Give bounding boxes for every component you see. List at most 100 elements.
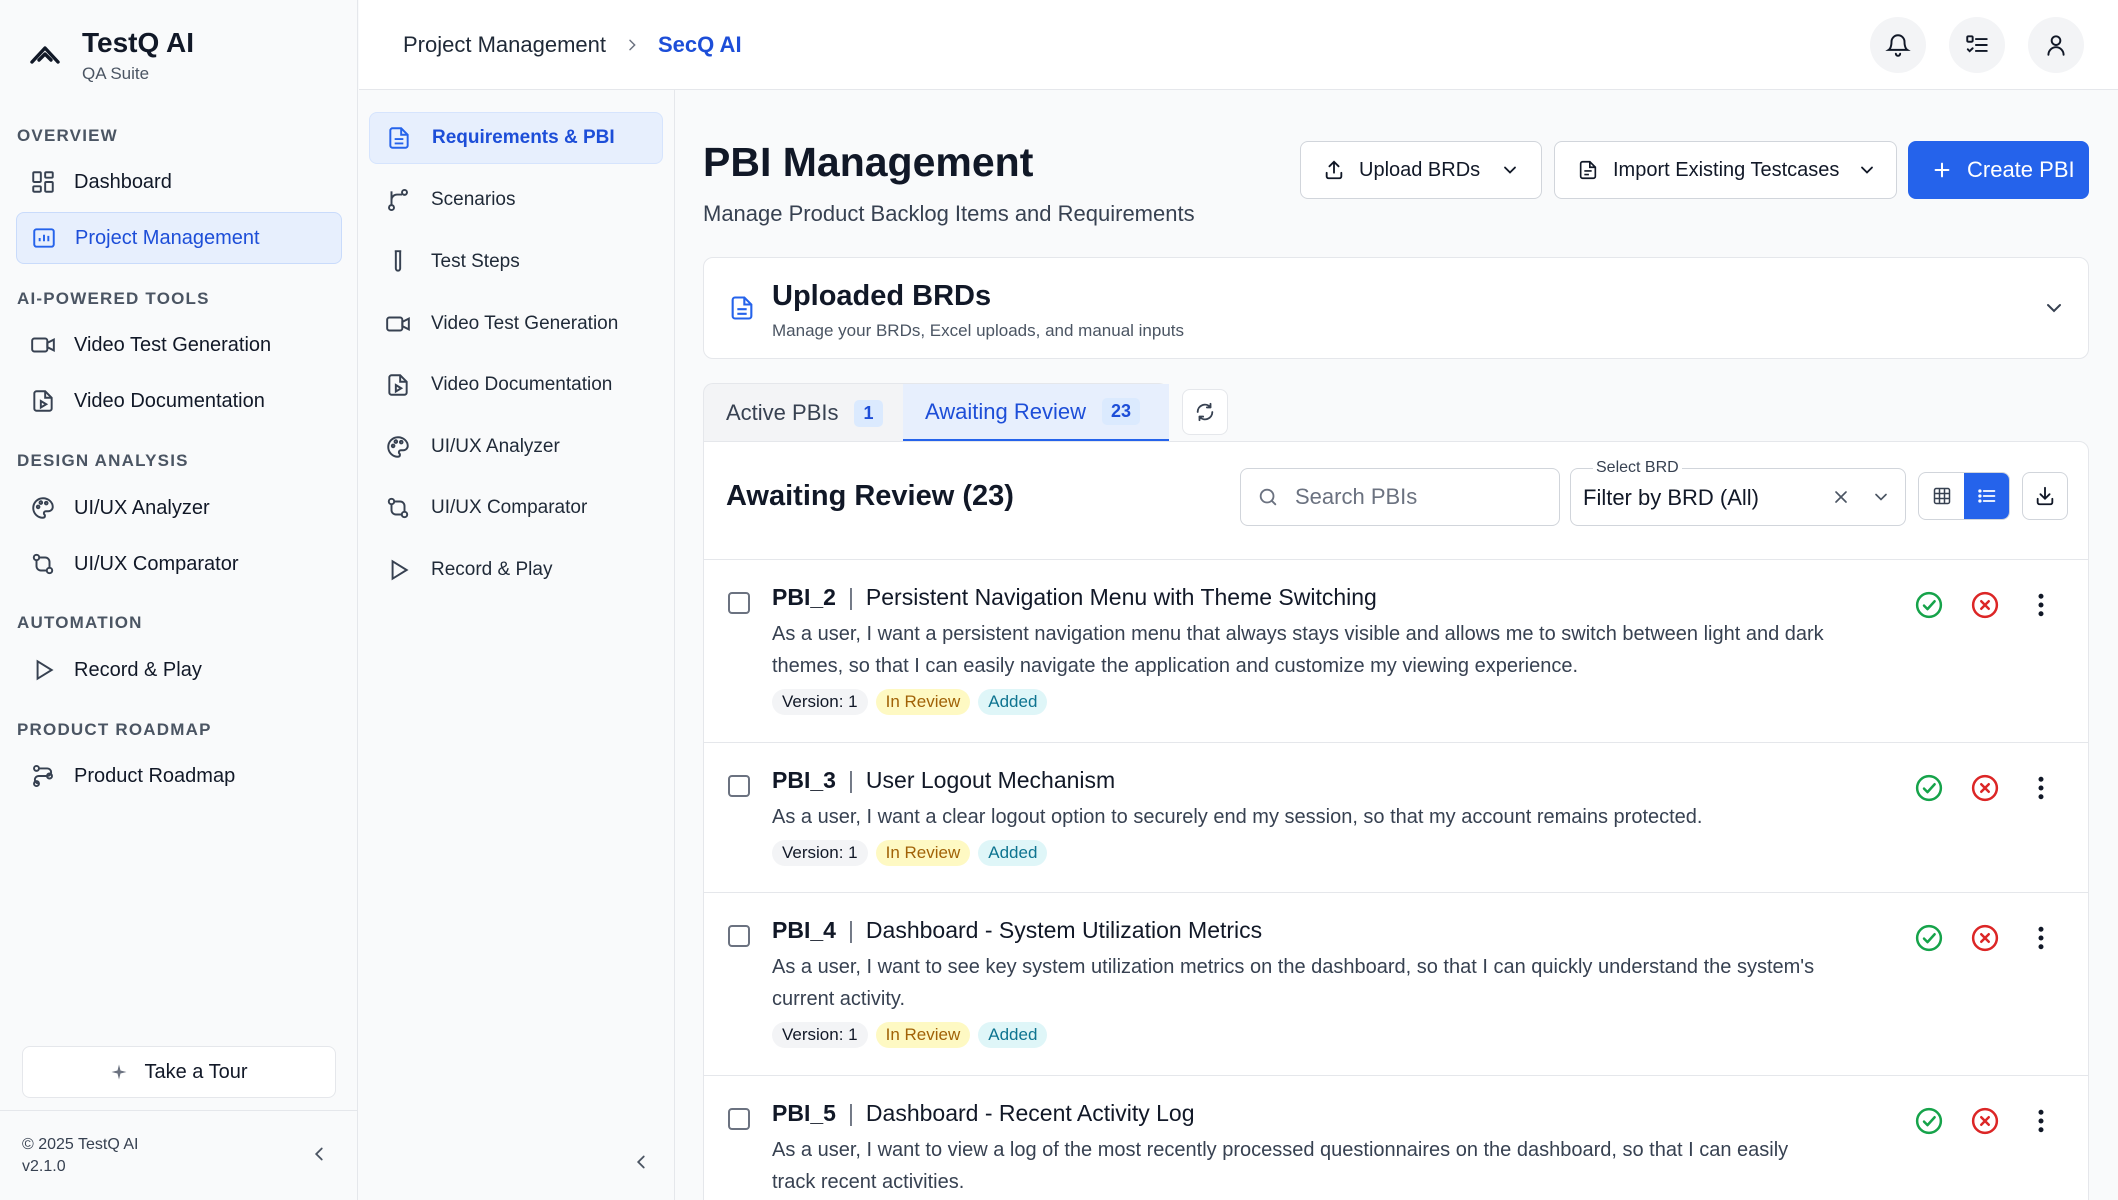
sidebar-item-product-roadmap[interactable]: Product Roadmap — [16, 750, 342, 802]
approve-icon[interactable] — [1914, 590, 1944, 620]
sidebar-item-label: Video Test Generation — [74, 333, 272, 356]
pbi-row[interactable]: PBI_5 | Dashboard - Recent Activity Log … — [704, 1075, 2088, 1200]
chevron-down-icon[interactable] — [1871, 487, 1891, 507]
row-checkbox[interactable] — [728, 592, 750, 614]
breadcrumb-current: SecQ AI — [658, 32, 742, 57]
more-options-icon[interactable] — [2026, 590, 2056, 620]
play-icon — [36, 659, 54, 681]
search-box[interactable] — [1240, 468, 1560, 526]
branch-icon — [388, 188, 408, 212]
brand[interactable]: TestQ AI QA Suite — [28, 26, 194, 84]
row-checkbox[interactable] — [728, 775, 750, 797]
create-pbi-button[interactable]: Create PBI — [1908, 141, 2089, 199]
change-badge: Added — [978, 840, 1048, 866]
sidebar-item-video-documentation[interactable]: Video Documentation — [16, 375, 342, 427]
more-options-icon[interactable] — [2026, 923, 2056, 953]
refresh-button[interactable] — [1182, 389, 1228, 435]
chevron-down-icon[interactable] — [2042, 296, 2066, 320]
pbi-heading: PBI_5 | Dashboard - Recent Activity Log — [772, 1100, 1194, 1127]
sidebar-item-record-play[interactable]: Record & Play — [16, 644, 342, 696]
subnav-label: UI/UX Comparator — [431, 497, 588, 518]
pbi-chips: Version: 1 In Review Added — [772, 840, 1055, 866]
file-video-icon — [33, 390, 53, 412]
list-title: Awaiting Review (23) — [726, 480, 1014, 512]
search-input[interactable] — [1295, 484, 1535, 510]
profile-button[interactable] — [2028, 17, 2084, 73]
take-tour-label: Take a Tour — [144, 1060, 248, 1083]
pbi-description: As a user, I want a clear logout option … — [772, 806, 1703, 828]
subnav-record-play[interactable]: Record & Play — [369, 544, 663, 596]
reject-icon[interactable] — [1970, 923, 2000, 953]
sidebar-item-video-test-generation[interactable]: Video Test Generation — [16, 319, 342, 371]
video-camera-icon — [386, 316, 410, 332]
sidebar-item-uiux-comparator[interactable]: UI/UX Comparator — [16, 538, 342, 590]
pbi-row[interactable]: PBI_4 | Dashboard - System Utilization M… — [704, 892, 2088, 1075]
file-video-icon — [388, 374, 408, 396]
subnav-scenarios[interactable]: Scenarios — [369, 174, 663, 226]
pbi-row[interactable]: PBI_3 | User Logout Mechanism As a user,… — [704, 742, 2088, 892]
sidebar-item-uiux-analyzer[interactable]: UI/UX Analyzer — [16, 482, 342, 534]
row-checkbox[interactable] — [728, 1108, 750, 1130]
more-options-icon[interactable] — [2026, 773, 2056, 803]
reject-icon[interactable] — [1970, 590, 2000, 620]
section-design: DESIGN ANALYSIS — [17, 451, 189, 470]
uploaded-brds-card[interactable]: Uploaded BRDs Manage your BRDs, Excel up… — [703, 257, 2089, 359]
reject-icon[interactable] — [1970, 773, 2000, 803]
palette-icon — [32, 497, 54, 519]
pbi-description: As a user, I want to view a log of the m… — [772, 1139, 1789, 1193]
change-badge: Added — [978, 689, 1048, 715]
subnav-uiux-comparator[interactable]: UI/UX Comparator — [369, 482, 663, 534]
pbi-title: Dashboard - System Utilization Metrics — [865, 917, 1263, 943]
collapse-subnav-icon[interactable] — [630, 1151, 652, 1173]
more-options-icon[interactable] — [2026, 1106, 2056, 1136]
video-camera-icon — [31, 337, 55, 353]
breadcrumb: Project Management SecQ AI — [403, 32, 742, 58]
document-icon — [389, 127, 409, 149]
download-button[interactable] — [2022, 472, 2068, 520]
breadcrumb-project-management[interactable]: Project Management — [403, 32, 606, 58]
version-badge: Version: 1 — [772, 840, 868, 866]
play-icon — [391, 559, 409, 581]
chevron-down-icon — [1504, 166, 1517, 174]
subnav-requirements-pbi[interactable]: Requirements & PBI — [369, 112, 663, 164]
approve-icon[interactable] — [1914, 773, 1944, 803]
subnav-test-steps[interactable]: Test Steps — [369, 236, 663, 288]
main-content: PBI Management Manage Product Backlog It… — [676, 91, 2118, 1200]
notifications-button[interactable] — [1870, 17, 1926, 73]
sidebar-item-label: Record & Play — [74, 658, 202, 681]
sidebar-item-project-management[interactable]: Project Management — [16, 212, 342, 264]
chevron-down-icon — [1861, 166, 1874, 174]
pbi-id: PBI_5 — [772, 1100, 836, 1126]
checklist-icon — [1966, 35, 1988, 53]
sidebar-item-label: Video Documentation — [74, 389, 265, 412]
tab-awaiting-review[interactable]: Awaiting Review 23 — [903, 384, 1169, 442]
pbi-heading: PBI_4 | Dashboard - System Utilization M… — [772, 917, 1262, 944]
grid-icon — [1933, 487, 1950, 505]
app-root: TestQ AI QA Suite OVERVIEW Dashboard Pro… — [0, 0, 2118, 1200]
take-tour-button[interactable]: Take a Tour — [22, 1046, 336, 1098]
subnav-label: Scenarios — [431, 189, 516, 210]
upload-icon — [1325, 160, 1343, 180]
subnav-video-test-generation[interactable]: Video Test Generation — [369, 298, 663, 350]
tasks-button[interactable] — [1949, 17, 2005, 73]
row-checkbox[interactable] — [728, 925, 750, 947]
tab-active-pbis[interactable]: Active PBIs 1 — [704, 384, 903, 442]
upload-brds-button[interactable]: Upload BRDs — [1300, 141, 1542, 199]
close-icon[interactable] — [1831, 487, 1851, 507]
search-icon — [1259, 488, 1277, 506]
approve-icon[interactable] — [1914, 923, 1944, 953]
subnav-label: Video Documentation — [431, 374, 613, 395]
subnav-video-documentation[interactable]: Video Documentation — [369, 359, 663, 411]
grid-view-button[interactable] — [1919, 473, 1964, 519]
subnav-uiux-analyzer[interactable]: UI/UX Analyzer — [369, 421, 663, 473]
pbi-id: PBI_4 — [772, 917, 836, 943]
reject-icon[interactable] — [1970, 1106, 2000, 1136]
list-view-button[interactable] — [1964, 473, 2009, 519]
collapse-sidebar-icon[interactable] — [308, 1143, 330, 1165]
pbi-description: As a user, I want a persistent navigatio… — [772, 623, 1824, 677]
brd-filter-select[interactable]: Select BRD Filter by BRD (All) — [1570, 459, 1906, 526]
import-testcases-button[interactable]: Import Existing Testcases — [1554, 141, 1897, 199]
pbi-row[interactable]: PBI_2 | Persistent Navigation Menu with … — [704, 559, 2088, 742]
approve-icon[interactable] — [1914, 1106, 1944, 1136]
sidebar-item-dashboard[interactable]: Dashboard — [16, 156, 342, 208]
